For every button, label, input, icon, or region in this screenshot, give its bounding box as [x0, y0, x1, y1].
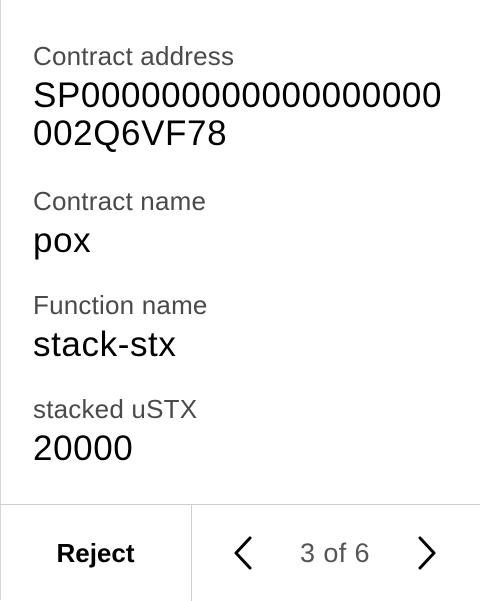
contract-address-field: Contract address SP000000000000000000002…	[33, 40, 470, 153]
reject-button[interactable]: Reject	[0, 505, 192, 601]
stacked-ustx-label: stacked uSTX	[33, 394, 198, 424]
chevron-left-icon[interactable]	[228, 533, 258, 573]
page-indicator: 3 of 6	[300, 537, 370, 568]
contract-address-value: SP000000000000000000002Q6VF78	[33, 76, 443, 153]
function-name-field: Function name stack-stx	[33, 289, 470, 364]
stacked-ustx-value: 20000	[33, 429, 134, 468]
stacked-ustx-field: stacked uSTX 20000	[33, 393, 470, 468]
contract-name-value: pox	[33, 221, 92, 260]
pagination: 3 of 6	[192, 505, 480, 601]
chevron-right-icon[interactable]	[412, 533, 442, 573]
contract-address-label: Contract address	[33, 41, 235, 71]
contract-name-label: Contract name	[33, 186, 207, 216]
contract-name-field: Contract name pox	[33, 185, 470, 260]
function-name-value: stack-stx	[33, 325, 177, 364]
function-name-label: Function name	[33, 290, 208, 320]
action-footer: Reject 3 of 6	[0, 504, 480, 601]
